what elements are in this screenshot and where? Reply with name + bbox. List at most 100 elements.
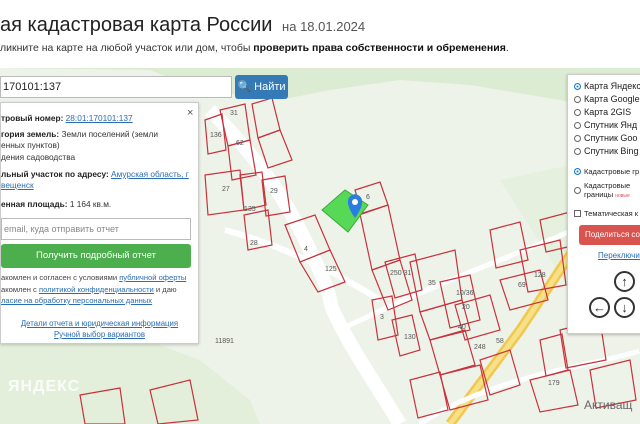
parcel-number: 3 bbox=[380, 314, 384, 321]
radio-icon[interactable] bbox=[574, 168, 581, 175]
layer-option-google-map[interactable]: Карта Google bbox=[574, 94, 640, 104]
radio-icon[interactable] bbox=[574, 121, 581, 129]
radio-icon[interactable] bbox=[574, 147, 581, 155]
parcel-number: 62 bbox=[236, 140, 244, 147]
cad-option-2[interactable]: Кадастровые границы новые bbox=[574, 181, 630, 201]
parcel-number: 136 bbox=[210, 132, 222, 139]
find-button[interactable]: 🔍 Найти bbox=[235, 75, 288, 99]
arrow-down-icon[interactable]: ↓ bbox=[614, 297, 635, 318]
parcel-number: 35 bbox=[428, 280, 436, 287]
offer-link[interactable]: публичной оферты bbox=[119, 273, 186, 282]
parcel-number: 6 bbox=[366, 194, 370, 201]
category-value-2: енных пунктов) bbox=[1, 140, 60, 150]
checkbox-icon[interactable] bbox=[574, 210, 581, 217]
agree-privacy[interactable]: акомлен с политикой конфиденциальности и… bbox=[1, 285, 177, 294]
area-label: енная площадь: bbox=[1, 199, 68, 209]
map-layers-panel: Карта Яндекс Карта Google Карта 2GIS Спу… bbox=[567, 74, 640, 334]
address-row: льный участок по адресу: Амурская област… bbox=[1, 169, 189, 179]
page-title: ая кадастровая карта России на 18.01.202… bbox=[0, 14, 365, 37]
subtitle-text: ликните на карте на любой участок или до… bbox=[0, 42, 254, 54]
place-label: Активащ bbox=[584, 398, 633, 412]
parcel-number: 130 bbox=[404, 334, 416, 341]
usage-value: дения садоводства bbox=[1, 152, 76, 162]
subtitle-bold: проверить права собственности и обремене… bbox=[253, 42, 506, 54]
area-value: 1 164 кв.м. bbox=[69, 199, 112, 209]
parcel-number: 10/36 bbox=[456, 290, 474, 297]
parcel-number: 20 bbox=[462, 304, 470, 311]
layer-label: Спутник Янд bbox=[584, 120, 638, 130]
cadnum-label: тровый номер: bbox=[1, 113, 64, 123]
thematic-label: Тематическая к bbox=[584, 209, 638, 218]
personal-data-link[interactable]: ласие на обработку персональных данных bbox=[1, 296, 152, 305]
cad-option-1[interactable]: Кадастровые гр bbox=[574, 167, 639, 176]
switch-map-link[interactable]: Переключить ка bbox=[598, 251, 640, 260]
map-watermark: ЯНДЕКС bbox=[8, 378, 81, 395]
share-button[interactable]: Поделиться со bbox=[579, 225, 640, 245]
area-row: енная площадь: 1 164 кв.м. bbox=[1, 199, 111, 209]
parcel-number: 11891 bbox=[215, 338, 234, 345]
radio-icon[interactable] bbox=[574, 134, 581, 142]
cadnum-row: тровый номер: 28:01:170101:137 bbox=[1, 113, 133, 123]
email-field[interactable]: email, куда отправить отчет bbox=[1, 218, 191, 240]
page-subtitle: ликните на карте на любой участок или до… bbox=[0, 42, 509, 54]
category-row: гория земель: Земли поселений (земли bbox=[1, 129, 158, 139]
agree-privacy-text: акомлен с bbox=[1, 285, 39, 294]
find-button-label: Найти bbox=[254, 81, 286, 93]
layer-label: Спутник Bing bbox=[584, 146, 639, 156]
layer-option-2gis-map[interactable]: Карта 2GIS bbox=[574, 107, 631, 117]
privacy-link[interactable]: политикой конфиденциальности bbox=[39, 285, 154, 294]
parcel-number: 125 bbox=[325, 266, 337, 273]
cadnum-link[interactable]: 28:01:170101:137 bbox=[66, 113, 133, 123]
new-badge: новые bbox=[615, 193, 630, 199]
arrow-up-icon[interactable]: ↑ bbox=[614, 271, 635, 292]
address-label: льный участок по адресу: bbox=[1, 169, 109, 179]
radio-icon[interactable] bbox=[574, 108, 581, 116]
cad-option-label-2: границы bbox=[584, 190, 614, 199]
category-label: гория земель: bbox=[1, 129, 60, 139]
parcel-number: 58 bbox=[496, 338, 504, 345]
parcel-number: 4 bbox=[304, 246, 308, 253]
cad-option-label: Кадастровые bbox=[584, 181, 631, 190]
layer-label: Карта 2GIS bbox=[584, 107, 632, 117]
order-report-button[interactable]: Получить подробный отчет bbox=[1, 244, 191, 268]
parcel-number: 69 bbox=[518, 282, 526, 289]
radio-icon[interactable] bbox=[574, 95, 581, 103]
parcel-info-card: × тровый номер: 28:01:170101:137 гория з… bbox=[0, 102, 199, 344]
layer-option-bing-satellite[interactable]: Спутник Bing bbox=[574, 146, 638, 156]
parcel-number: 29 bbox=[270, 188, 278, 195]
parcel-number: 28 bbox=[250, 240, 258, 247]
parcel-number: 40 bbox=[458, 324, 466, 331]
radio-icon[interactable] bbox=[574, 82, 581, 90]
close-icon[interactable]: × bbox=[187, 107, 193, 119]
manual-select-link[interactable]: Ручной выбор вариантов bbox=[54, 330, 145, 339]
parcel-number: 31 bbox=[230, 110, 238, 117]
layer-label: Спутник Goo bbox=[584, 133, 638, 143]
agree-offer-text: акомлен и согласен с условиями bbox=[1, 273, 120, 282]
search-input[interactable]: 170101:137 bbox=[0, 76, 232, 98]
layer-label: Карта Google bbox=[584, 94, 640, 104]
layer-option-google-satellite[interactable]: Спутник Goo bbox=[574, 133, 637, 143]
search-icon: 🔍 bbox=[237, 81, 252, 93]
parcel-number: 128 bbox=[534, 272, 546, 279]
category-value: Земли поселений (земли bbox=[61, 129, 159, 139]
subtitle-end: . bbox=[505, 42, 509, 54]
address-link[interactable]: Амурская область, г bbox=[111, 169, 189, 179]
arrow-left-icon[interactable]: ← bbox=[589, 297, 610, 318]
layer-option-yandex-map[interactable]: Карта Яндекс bbox=[574, 81, 640, 91]
address-link-2[interactable]: вещенск bbox=[1, 180, 34, 190]
title-date: на 18.01.2024 bbox=[282, 19, 366, 34]
radio-icon[interactable] bbox=[574, 187, 581, 194]
layer-option-yandex-satellite[interactable]: Спутник Янд bbox=[574, 120, 637, 130]
page-header: ая кадастровая карта России на 18.01.202… bbox=[0, 0, 640, 68]
agree-offer[interactable]: акомлен и согласен с условиями публичной… bbox=[1, 273, 186, 282]
agree-privacy-end: и даю bbox=[153, 285, 177, 294]
parcel-number: 27 bbox=[222, 186, 230, 193]
parcel-number: 179 bbox=[548, 380, 560, 387]
thematic-option[interactable]: Тематическая к bbox=[574, 209, 638, 218]
parcel-number: 248 bbox=[474, 344, 486, 351]
parcel-number: 250 31 bbox=[390, 270, 412, 277]
parcel-number: 135 bbox=[244, 206, 256, 213]
details-link[interactable]: Детали отчета и юридическая информация bbox=[21, 319, 178, 328]
title-text: ая кадастровая карта России bbox=[0, 14, 273, 36]
cad-option-label: Кадастровые гр bbox=[584, 167, 640, 176]
